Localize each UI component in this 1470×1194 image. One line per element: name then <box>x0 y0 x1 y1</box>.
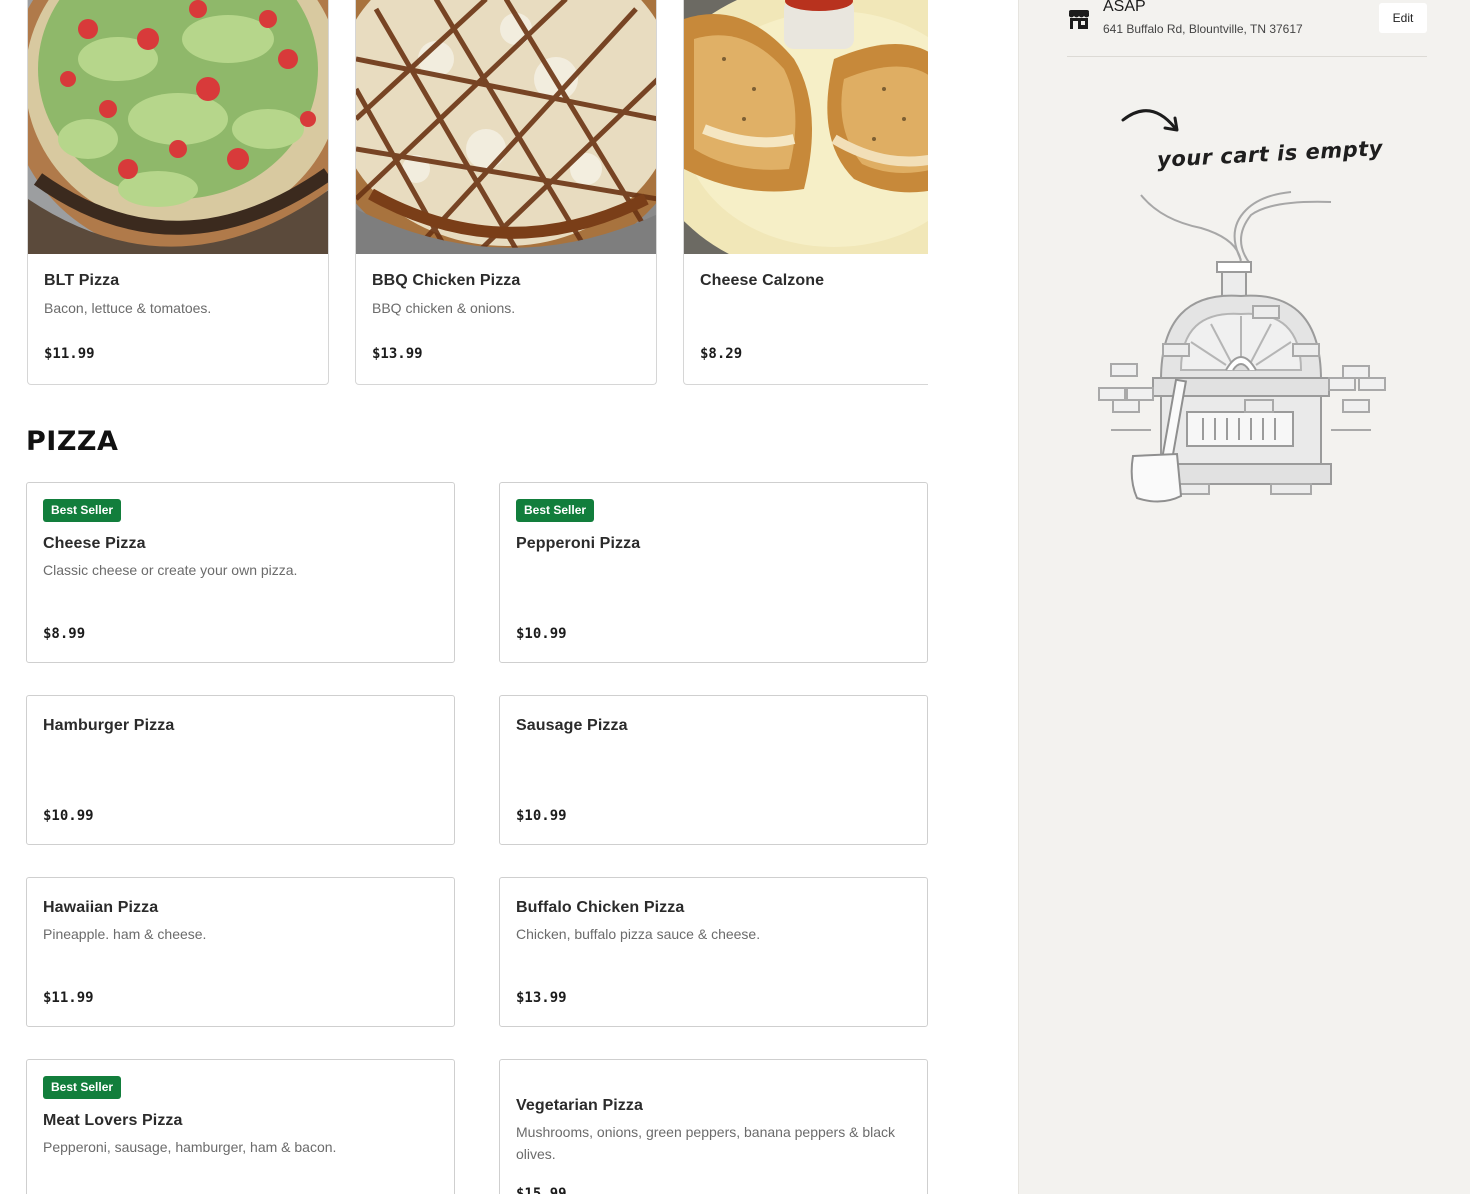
menu-item-description: Classic cheese or create your own pizza. <box>43 562 298 578</box>
menu-item-card[interactable]: Hawaiian Pizza Pineapple. ham & cheese. … <box>26 877 455 1027</box>
delivery-timing: ASAP <box>1103 0 1146 15</box>
menu-item-card[interactable]: Best Seller Pepperoni Pizza $10.99 <box>499 482 928 663</box>
menu-item-price: $10.99 <box>43 808 94 824</box>
featured-item-price: $11.99 <box>44 346 95 362</box>
featured-item-card[interactable]: BLT Pizza Bacon, lettuce & tomatoes. $11… <box>27 0 329 385</box>
pickup-address: 641 Buffalo Rd, Blountville, TN 37617 <box>1103 22 1303 36</box>
featured-item-card[interactable]: BBQ Chicken Pizza BBQ chicken & onions. … <box>355 0 657 385</box>
menu-item-card[interactable]: Sausage Pizza $10.99 <box>499 695 928 845</box>
menu-column: BLT Pizza Bacon, lettuce & tomatoes. $11… <box>0 0 1018 1194</box>
menu-item-name: Pepperoni Pizza <box>516 535 641 552</box>
page: BLT Pizza Bacon, lettuce & tomatoes. $11… <box>0 0 1470 1194</box>
divider <box>1067 56 1427 57</box>
menu-item-price: $8.99 <box>43 626 86 642</box>
best-seller-badge: Best Seller <box>43 1076 122 1099</box>
carousel-clip <box>928 0 1018 420</box>
menu-item-description: Pineapple. ham & cheese. <box>43 926 207 942</box>
menu-item-description: Mushrooms, onions, green peppers, banana… <box>516 1124 896 1162</box>
featured-item-name: BBQ Chicken Pizza <box>372 272 521 289</box>
menu-item-description: Pepperoni, sausage, hamburger, ham & bac… <box>43 1139 337 1155</box>
menu-item-name: Hamburger Pizza <box>43 717 175 734</box>
menu-item-card[interactable]: Hamburger Pizza $10.99 <box>26 695 455 845</box>
cart-sidebar: ASAP 641 Buffalo Rd, Blountville, TN 376… <box>1018 0 1470 1194</box>
pizza-oven-illustration <box>1091 100 1411 510</box>
featured-item-description: BBQ chicken & onions. <box>372 300 516 316</box>
menu-item-name: Hawaiian Pizza <box>43 899 159 916</box>
featured-item-card[interactable]: Cheese Calzone $8.29 <box>683 0 943 385</box>
menu-item-price: $10.99 <box>516 808 567 824</box>
featured-item-price: $13.99 <box>372 346 423 362</box>
edit-button[interactable]: Edit <box>1379 3 1427 33</box>
store-icon <box>1067 7 1091 31</box>
menu-item-name: Buffalo Chicken Pizza <box>516 899 685 916</box>
menu-item-price: $11.99 <box>43 990 94 1006</box>
menu-item-name: Vegetarian Pizza <box>516 1097 643 1114</box>
featured-item-description: Bacon, lettuce & tomatoes. <box>44 300 212 316</box>
blt-pizza-photo <box>28 0 328 254</box>
featured-item-name: BLT Pizza <box>44 272 120 289</box>
menu-item-price: $10.99 <box>516 626 567 642</box>
menu-item-name: Meat Lovers Pizza <box>43 1112 183 1129</box>
menu-item-card[interactable]: Buffalo Chicken Pizza Chicken, buffalo p… <box>499 877 928 1027</box>
menu-item-price: $13.99 <box>516 990 567 1006</box>
featured-item-price: $8.29 <box>700 346 743 362</box>
best-seller-badge: Best Seller <box>516 499 595 522</box>
menu-item-price: $15.99 <box>516 1186 567 1194</box>
menu-item-description: Chicken, buffalo pizza sauce & cheese. <box>516 926 761 942</box>
menu-item-name: Cheese Pizza <box>43 535 146 552</box>
section-title-pizza: PIZZA <box>26 426 119 457</box>
cheese-calzone-photo <box>684 0 943 254</box>
menu-item-name: Sausage Pizza <box>516 717 628 734</box>
menu-item-card[interactable]: Best Seller Cheese Pizza Classic cheese … <box>26 482 455 663</box>
best-seller-badge: Best Seller <box>43 499 122 522</box>
menu-item-card[interactable]: Vegetarian Pizza Mushrooms, onions, gree… <box>499 1059 928 1194</box>
bbq-chicken-pizza-photo <box>356 0 656 254</box>
featured-item-name: Cheese Calzone <box>700 272 825 289</box>
menu-item-card[interactable]: Best Seller Meat Lovers Pizza Pepperoni,… <box>26 1059 455 1194</box>
